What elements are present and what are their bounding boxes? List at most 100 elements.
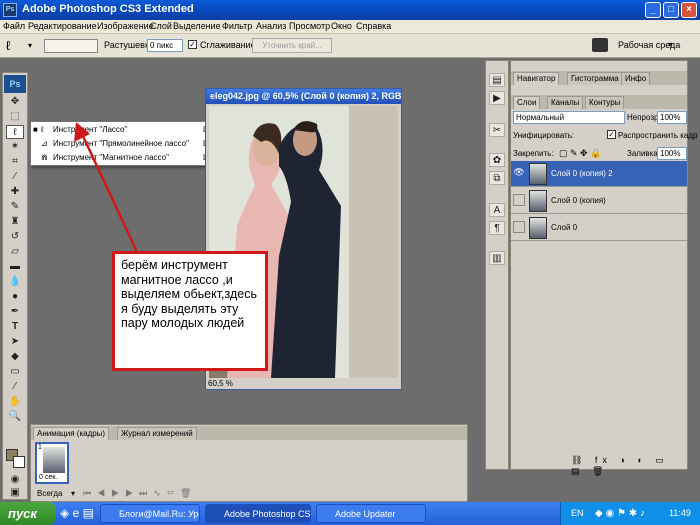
clone-panel-icon[interactable]: ⧉ (489, 171, 505, 185)
menu-analysis[interactable]: Анализ (256, 21, 286, 31)
task-adobe-updater[interactable]: Adobe Updater (316, 504, 426, 523)
language-indicator[interactable]: EN (571, 502, 584, 525)
eyedropper-tool-icon[interactable]: ⁄ (6, 170, 24, 184)
zoom-tool-icon[interactable]: 🔍 (6, 410, 24, 424)
propagate-label: Распространить кадр 1 (618, 131, 700, 140)
menu-filter[interactable]: Фильтр (222, 21, 252, 31)
lock-icons[interactable]: ▢ ✎ ✥ 🔒 (559, 148, 601, 159)
magnetic-lasso-icon: ⋒ (41, 153, 48, 162)
lasso-icon[interactable]: ℓ (6, 38, 10, 53)
layer-thumbnail (529, 217, 547, 239)
feather-input[interactable]: 0 пикс (147, 39, 183, 52)
playback-controls[interactable]: ⏮◀▶▶⏭∿▭🗑 (83, 488, 197, 499)
antialias-checkbox[interactable]: ✓ (188, 40, 197, 49)
layer-comps-icon[interactable]: ▥ (489, 251, 505, 265)
quicklaunch-icons[interactable]: ◈ e ▤ (60, 506, 94, 520)
tray-icons[interactable]: ◆ ◉ ⚑ ✱ ♪ (595, 502, 645, 525)
screen-mode-icon[interactable]: ▣ (6, 486, 24, 500)
blend-mode-select[interactable]: Нормальный (513, 111, 625, 124)
menu-edit[interactable]: Редактирование (28, 21, 97, 31)
tab-histogram[interactable]: Гистограмма (567, 72, 623, 85)
stamp-tool-icon[interactable]: ♜ (6, 215, 24, 229)
tab-navigator[interactable]: Навигатор (513, 72, 560, 85)
polygonal-lasso-icon: ⊿ (41, 139, 48, 148)
layer-actions-icons[interactable]: ⛓ fx ◑ ◐ ▭ ▤ 🗑 (571, 455, 687, 477)
quick-mask-icon[interactable]: ◉ (6, 473, 24, 487)
zoom-level[interactable]: 60,5 % (208, 379, 233, 388)
healing-tool-icon[interactable]: ✚ (6, 185, 24, 199)
loop-select[interactable]: Всегда (37, 489, 62, 498)
marquee-tool-icon[interactable]: ⬚ (6, 110, 24, 124)
close-button[interactable]: × (681, 2, 697, 18)
chevron-down-icon[interactable]: ▾ (28, 41, 32, 50)
blur-tool-icon[interactable]: 💧 (6, 275, 24, 289)
animation-frame[interactable]: 1 0 сек. (35, 442, 69, 484)
tab-layers[interactable]: Слои (513, 96, 541, 109)
selection-mode-buttons[interactable] (44, 39, 98, 53)
minimize-button[interactable]: _ (645, 2, 661, 18)
propagate-checkbox[interactable]: ✓ (607, 130, 616, 139)
history-panel-icon[interactable]: ▤ (489, 73, 505, 87)
tools-panel-icon[interactable]: ✂ (489, 123, 505, 137)
opacity-input[interactable]: 100% (657, 111, 687, 124)
lock-label: Закрепить: (513, 149, 554, 158)
move-tool-icon[interactable]: ✥ (6, 95, 24, 109)
refine-edge-button[interactable]: Уточнить край... (252, 38, 332, 53)
task-browser[interactable]: Блоги@Mail.Ru: Уро... (100, 504, 200, 523)
annotation-arrow (74, 122, 140, 255)
eyedropper2-icon[interactable]: ⁄ (6, 380, 24, 394)
eraser-tool-icon[interactable]: ▱ (6, 245, 24, 259)
camera-icon[interactable] (592, 38, 608, 52)
title-bar: Ps Adobe Photoshop CS3 Extended _ □ × (0, 0, 700, 20)
annotation-callout: берём инструмент магнитное лассо ,и выде… (112, 251, 268, 371)
workspace-chevron-icon[interactable]: ▾ (668, 40, 672, 49)
task-photoshop[interactable]: Adobe Photoshop CS... (205, 504, 311, 523)
actions-panel-icon[interactable]: ▶ (489, 91, 505, 105)
brush-tool-icon[interactable]: ✎ (6, 200, 24, 214)
eye-icon[interactable]: 👁 (513, 167, 525, 179)
gradient-tool-icon[interactable]: ▬ (6, 260, 24, 274)
pen-tool-icon[interactable]: ✒ (6, 305, 24, 319)
menu-file[interactable]: Файл (3, 21, 25, 31)
character-panel-icon[interactable]: A (489, 203, 505, 217)
window-title: Adobe Photoshop CS3 Extended (22, 3, 194, 15)
dodge-tool-icon[interactable]: ● (6, 290, 24, 304)
layer-row[interactable]: Слой 0 (копия) (511, 188, 687, 214)
crop-tool-icon[interactable]: ⌗ (6, 155, 24, 169)
eye-icon[interactable] (513, 221, 525, 233)
menu-bar: Файл Редактирование Изображение Слой Выд… (0, 20, 700, 34)
taskbar: пуск ◈ e ▤ Блоги@Mail.Ru: Уро... Adobe P… (0, 502, 700, 525)
menu-view[interactable]: Просмотр (289, 21, 330, 31)
start-button[interactable]: пуск (0, 502, 56, 525)
type-tool-icon[interactable]: T (6, 320, 24, 334)
shape-tool-icon[interactable]: ◆ (6, 350, 24, 364)
history-brush-icon[interactable]: ↺ (6, 230, 24, 244)
toolbox: Ps ✥ ⬚ ℓ ✶ ⌗ ⁄ ✚ ✎ ♜ ↺ ▱ ▬ 💧 ● ✒ T ➤ ◆ ▭… (2, 72, 28, 500)
brushes-panel-icon[interactable]: ✿ (489, 153, 505, 167)
loop-chevron-icon[interactable]: ▾ (71, 489, 75, 498)
tab-animation[interactable]: Анимация (кадры) (33, 427, 110, 440)
menu-select[interactable]: Выделение (173, 21, 221, 31)
magic-wand-tool-icon[interactable]: ✶ (6, 140, 24, 154)
maximize-button[interactable]: □ (663, 2, 679, 18)
menu-image[interactable]: Изображение (97, 21, 154, 31)
unify-label: Унифицировать: (513, 131, 575, 140)
tab-measurement-log[interactable]: Журнал измерений (117, 427, 197, 440)
layer-row[interactable]: Слой 0 (511, 215, 687, 241)
frame-delay[interactable]: 0 сек. (39, 474, 57, 481)
lasso-tool-icon[interactable]: ℓ (6, 125, 24, 139)
tab-paths[interactable]: Контуры (585, 96, 625, 109)
tab-info[interactable]: Инфо (621, 72, 651, 85)
paragraph-panel-icon[interactable]: ¶ (489, 221, 505, 235)
menu-window[interactable]: Окно (331, 21, 352, 31)
fill-input[interactable]: 100% (657, 147, 687, 160)
layer-row[interactable]: 👁 Слой 0 (копия) 2 (511, 161, 687, 187)
path-select-icon[interactable]: ➤ (6, 335, 24, 349)
tab-channels[interactable]: Каналы (547, 96, 584, 109)
menu-help[interactable]: Справка (356, 21, 391, 31)
notes-tool-icon[interactable]: ▭ (6, 365, 24, 379)
eye-icon[interactable] (513, 194, 525, 206)
menu-layer[interactable]: Слой (150, 21, 172, 31)
background-color-swatch[interactable] (13, 456, 25, 468)
hand-tool-icon[interactable]: ✋ (6, 395, 24, 409)
